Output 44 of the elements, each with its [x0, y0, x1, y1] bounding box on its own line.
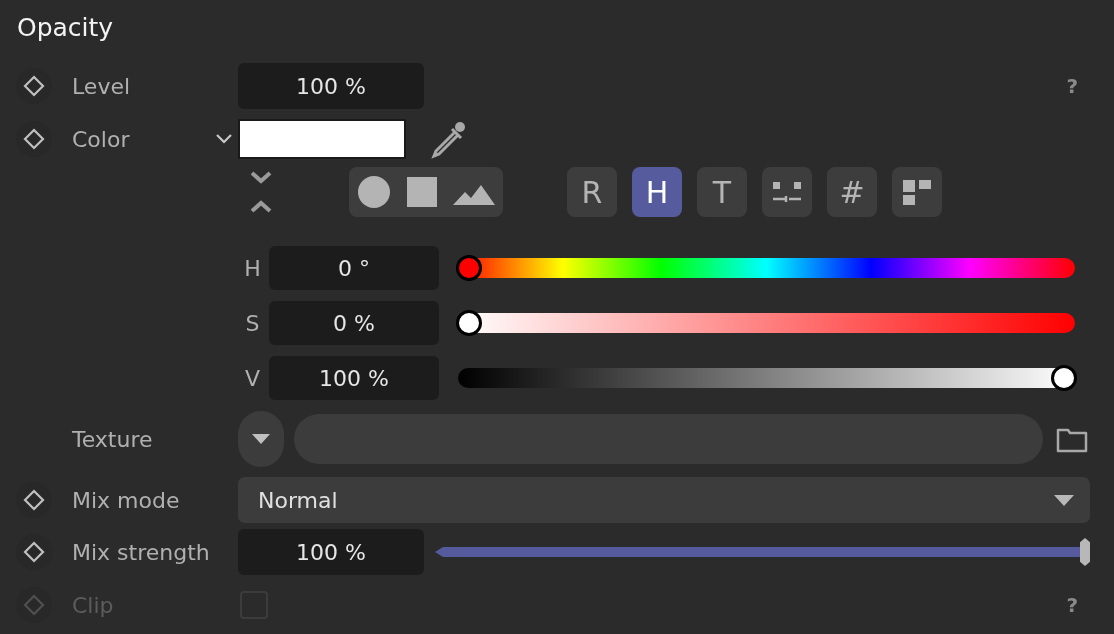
picker-mode-button[interactable]: R — [567, 167, 617, 217]
channel-label: V — [243, 364, 262, 393]
channel-label: S — [244, 309, 261, 338]
texture-menu-button[interactable] — [238, 411, 284, 467]
mixer-icon — [771, 180, 803, 204]
color-swatch[interactable] — [238, 119, 406, 159]
eyedropper-icon[interactable] — [428, 119, 468, 159]
channel-field[interactable]: 0 % — [269, 301, 439, 345]
diamond-icon — [23, 75, 45, 97]
picker-mode-button[interactable]: H — [632, 167, 682, 217]
field-label: Mix mode — [72, 486, 180, 515]
diamond-icon — [23, 128, 45, 150]
channel-label: H — [243, 254, 262, 283]
field-label: Mix strength — [72, 538, 210, 567]
field-label: Texture — [72, 425, 153, 454]
caret-icon — [1054, 494, 1074, 506]
slider-thumb[interactable] — [456, 255, 482, 281]
picker-mode-button[interactable]: T — [697, 167, 747, 217]
section-title: Opacity — [16, 12, 115, 44]
color-slider[interactable] — [456, 255, 1077, 281]
square-icon[interactable] — [405, 175, 439, 209]
diamond-icon — [23, 594, 45, 616]
help-icon[interactable]: ? — [1066, 71, 1078, 101]
circle-icon[interactable] — [357, 175, 391, 209]
diamond-icon — [23, 541, 45, 563]
level-field[interactable]: 100 % — [238, 63, 424, 109]
mix-mode-dropdown[interactable]: Normal — [238, 477, 1090, 523]
slider-handle[interactable] — [1080, 538, 1090, 566]
channel-field[interactable]: 0 ° — [269, 246, 439, 290]
slider-thumb[interactable] — [456, 310, 482, 336]
color-slider[interactable] — [456, 310, 1077, 336]
picker-mode-button[interactable] — [892, 167, 942, 217]
field-label: Color — [72, 125, 130, 154]
picker-mode-button[interactable] — [762, 167, 812, 217]
channel-field[interactable]: 100 % — [269, 356, 439, 400]
slider-thumb[interactable] — [1051, 365, 1077, 391]
collapse-icon[interactable] — [250, 169, 272, 215]
diamond-icon — [23, 489, 45, 511]
strength-slider[interactable] — [435, 538, 1090, 566]
picker-mode-button[interactable]: # — [827, 167, 877, 217]
color-slider[interactable] — [456, 365, 1077, 391]
caret-icon — [252, 434, 270, 444]
strength-field[interactable]: 100 % — [238, 529, 424, 575]
field-label: Level — [72, 72, 131, 101]
